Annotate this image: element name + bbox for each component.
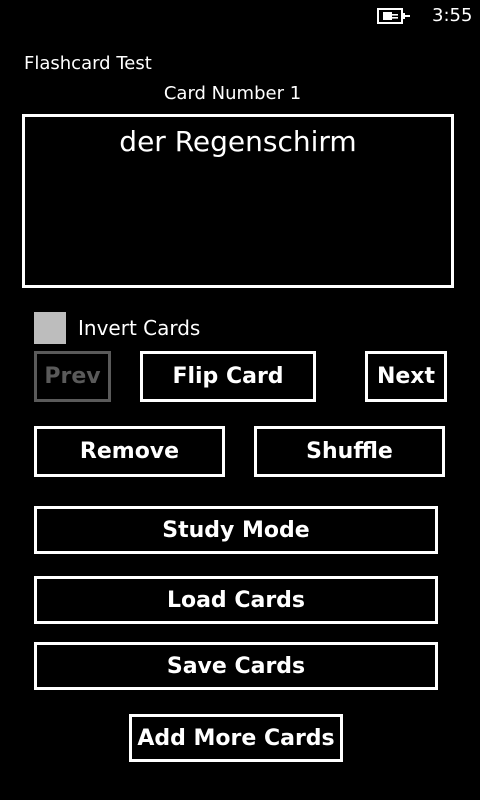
load-cards-button[interactable]: Load Cards — [34, 576, 438, 624]
app-screen: 3:55 Flashcard Test Card Number 1 der Re… — [0, 0, 480, 800]
remove-button[interactable]: Remove — [34, 426, 225, 477]
status-bar: 3:55 — [0, 0, 480, 32]
save-cards-button[interactable]: Save Cards — [34, 642, 438, 690]
shuffle-button[interactable]: Shuffle — [254, 426, 445, 477]
invert-cards-checkbox[interactable] — [34, 312, 66, 344]
next-button[interactable]: Next — [365, 351, 447, 402]
invert-cards-label[interactable]: Invert Cards — [78, 316, 200, 340]
study-mode-button[interactable]: Study Mode — [34, 506, 438, 554]
flashcard-text: der Regenschirm — [119, 125, 357, 158]
flashcard-display[interactable]: der Regenschirm — [22, 114, 454, 288]
prev-button[interactable]: Prev — [34, 351, 111, 402]
flip-card-button[interactable]: Flip Card — [140, 351, 316, 402]
add-more-cards-button[interactable]: Add More Cards — [129, 714, 343, 762]
app-title: Flashcard Test — [24, 53, 152, 74]
card-number-label: Card Number 1 — [163, 83, 302, 104]
status-clock: 3:55 — [432, 5, 473, 26]
battery-charging-icon — [377, 7, 411, 25]
